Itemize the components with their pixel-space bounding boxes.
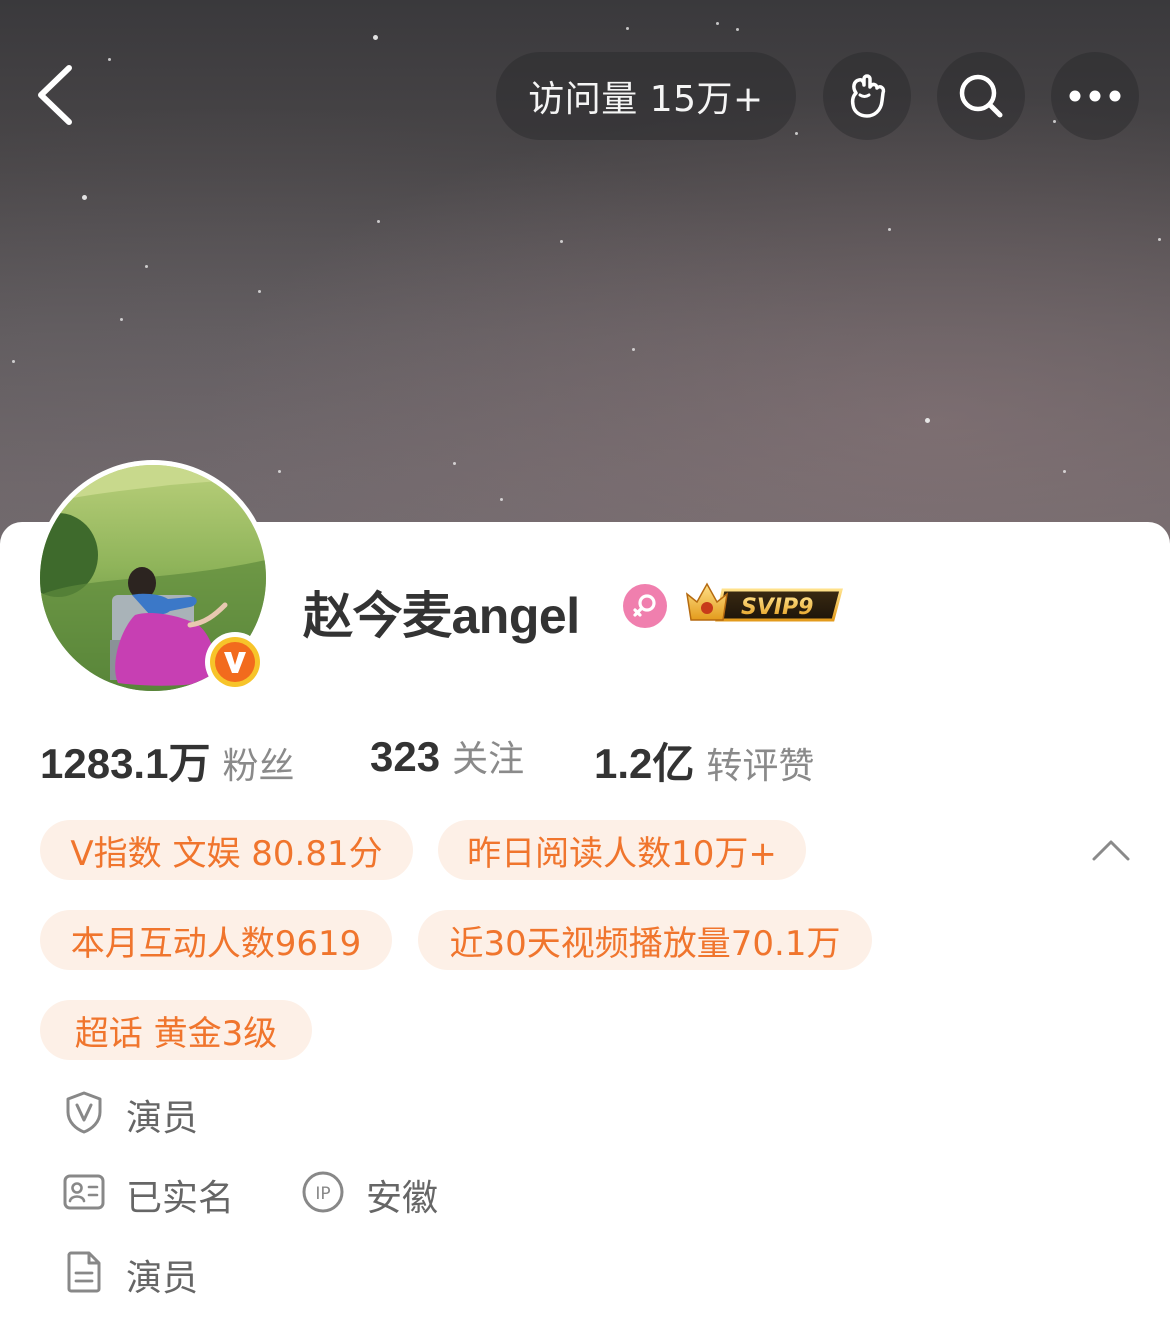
back-button[interactable] (30, 62, 80, 128)
stat-fans-label: 粉丝 (222, 746, 295, 787)
ip-icon: IP (301, 1170, 345, 1214)
verified-v-icon (210, 637, 260, 687)
chevron-up-icon (1092, 840, 1130, 861)
stat-interactions-value: 1.2亿 (594, 740, 695, 787)
svg-text:IP: IP (315, 1184, 330, 1204)
collapse-button[interactable] (1088, 830, 1134, 870)
star (1158, 238, 1161, 241)
star (626, 27, 629, 30)
tag-yesterday-reads[interactable]: 昨日阅读人数10万+ (438, 820, 806, 880)
verified-badge (205, 632, 265, 692)
stat-following-label: 关注 (452, 739, 525, 780)
back-icon (38, 65, 72, 125)
search-button[interactable] (937, 52, 1025, 140)
star (888, 228, 891, 231)
poke-button[interactable] (823, 52, 911, 140)
svip-label: SVIP9 (741, 595, 814, 620)
tag-super-topic[interactable]: 超话 黄金3级 (40, 1000, 312, 1060)
visits-button[interactable]: 访问量 15万+ (496, 52, 796, 140)
search-icon (959, 74, 1003, 118)
star (500, 498, 503, 501)
stat-following-value: 323 (370, 733, 441, 780)
poke-icon (850, 74, 886, 118)
svip-crown-icon (685, 582, 729, 621)
star (278, 470, 281, 473)
tag-monthly-interactions[interactable]: 本月互动人数9619 (40, 910, 392, 970)
star (377, 220, 380, 223)
star (1063, 470, 1066, 473)
star (1053, 120, 1056, 123)
stat-following[interactable]: 323 关注 (370, 730, 524, 782)
id-card-icon (62, 1170, 106, 1214)
star (108, 58, 111, 61)
star (795, 132, 798, 135)
star (373, 35, 378, 40)
star (120, 318, 123, 321)
star (560, 240, 563, 243)
tag-video-plays[interactable]: 近30天视频播放量70.1万 (418, 910, 872, 970)
star (82, 195, 87, 200)
visits-label: 访问量 15万+ (528, 79, 764, 120)
star (453, 462, 456, 465)
gender-female-icon (623, 584, 667, 628)
star (145, 265, 148, 268)
document-icon (62, 1250, 106, 1294)
realname-label: 已实名 (126, 1178, 235, 1219)
star (632, 348, 635, 351)
description-label: 演员 (126, 1258, 199, 1299)
star (258, 290, 261, 293)
svip-badge[interactable]: SVIP9 (683, 580, 843, 628)
ip-location-label: 安徽 (366, 1178, 439, 1219)
role-label: 演员 (126, 1098, 199, 1139)
tag-v-index[interactable]: V指数 文娱 80.81分 (40, 820, 413, 880)
star (925, 418, 930, 423)
star (736, 28, 739, 31)
star (12, 360, 15, 363)
stat-interactions[interactable]: 1.2亿 转评赞 (594, 730, 814, 791)
more-button[interactable] (1051, 52, 1139, 140)
stat-interactions-label: 转评赞 (706, 746, 815, 787)
stat-fans-value: 1283.1万 (40, 740, 211, 787)
username: 赵今麦angel (303, 588, 580, 644)
stat-fans[interactable]: 1283.1万 粉丝 (40, 730, 294, 791)
star (716, 22, 719, 25)
more-icon (1069, 90, 1121, 102)
shield-v-icon (62, 1090, 106, 1134)
